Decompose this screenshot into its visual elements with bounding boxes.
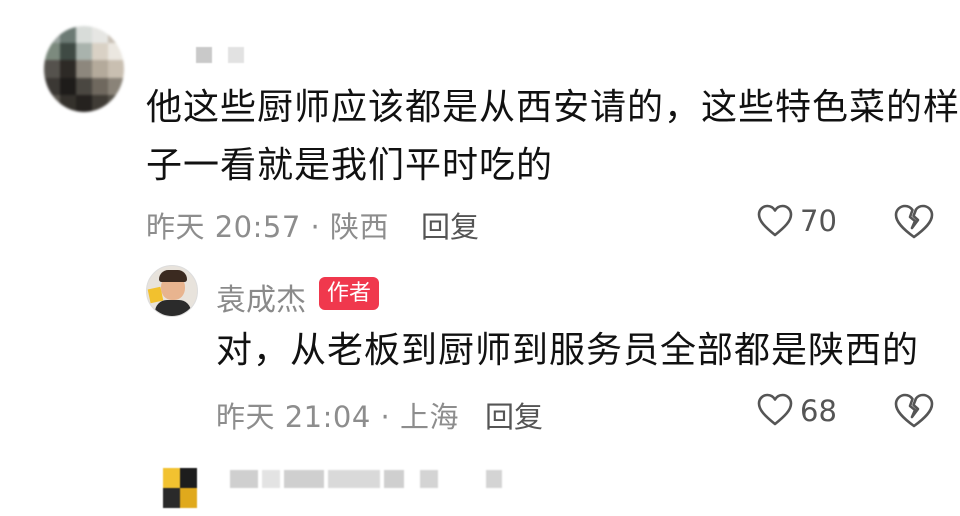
heart-icon[interactable] [757,204,793,238]
comment-text-line-1: 他这些厨师应该都是从西安请的，这些特色菜的样 [146,87,960,128]
reply-meta: 昨天 21:04 · 上海 [216,400,459,434]
author-badge: 作者 [319,277,380,310]
author-avatar[interactable] [146,265,198,317]
comment-meta: 昨天 20:57 · 陕西 [146,210,389,244]
heart-icon[interactable] [757,393,793,427]
next-commenter-extra-blurred [420,470,502,492]
next-commenter-avatar[interactable] [163,468,197,508]
broken-heart-icon[interactable] [894,393,934,429]
reply-like-count: 68 [800,394,837,428]
commenter-name-blurred[interactable] [196,47,244,63]
like-count: 70 [800,204,837,238]
commenter-avatar[interactable] [44,26,124,112]
reply-reply-button[interactable]: 回复 [485,394,543,436]
author-name[interactable]: 袁成杰 [216,275,306,319]
broken-heart-icon[interactable] [894,204,934,240]
reply-text: 对，从老板到厨师到服务员全部都是陕西的 [216,330,920,371]
comment-text-line-2: 子一看就是我们平时吃的 [146,145,554,186]
next-commenter-name-blurred[interactable] [230,470,404,492]
reply-button[interactable]: 回复 [421,204,479,246]
